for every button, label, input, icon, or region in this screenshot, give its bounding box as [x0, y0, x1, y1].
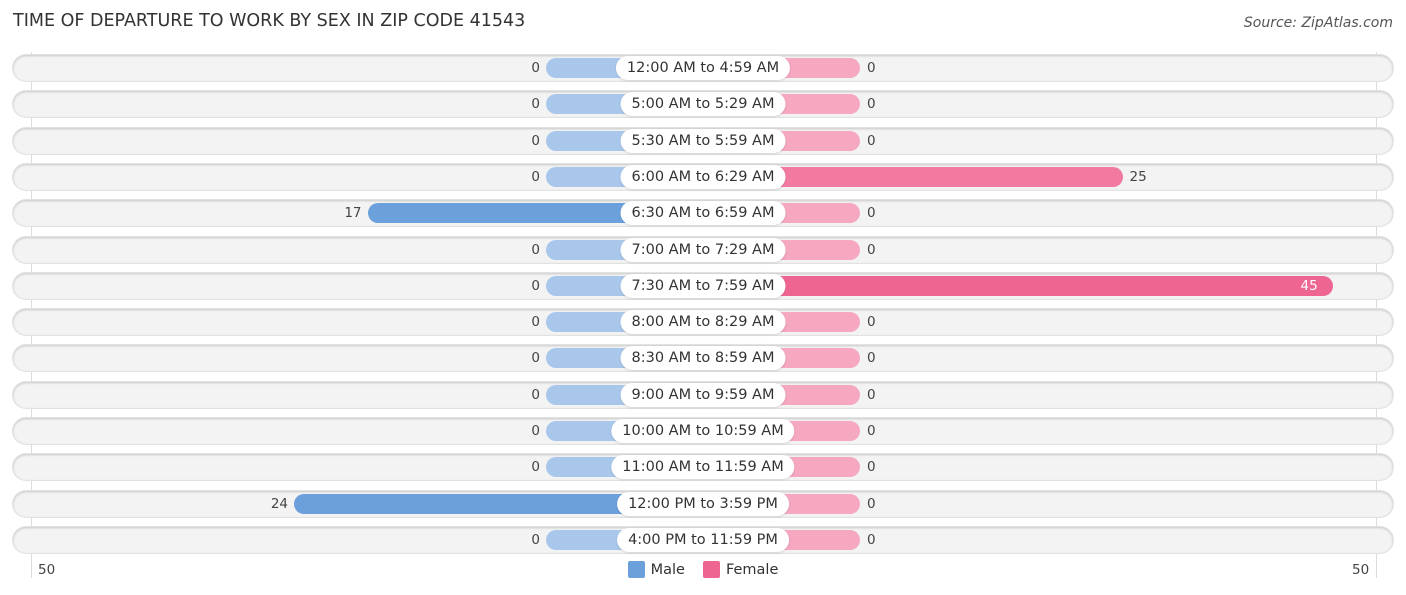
value-label-female: 0 [867, 386, 876, 403]
legend-item-female[interactable]: Female [702, 561, 779, 578]
value-label-male: 0 [531, 241, 540, 258]
legend-label-male: Male [650, 561, 685, 578]
chart-area: 0 0 12:00 AM to 4:59 AM 0 0 5:00 AM to 5:29 A… [0, 0, 1406, 595]
value-label-female: 0 [867, 241, 876, 258]
category-label: 12:00 PM to 3:59 PM [617, 491, 789, 516]
category-label: 11:00 AM to 11:59 AM [611, 455, 795, 480]
legend-label-female: Female [725, 561, 779, 578]
value-label-female: 25 [1129, 168, 1147, 185]
value-label-female: 0 [867, 459, 876, 476]
value-label-male: 0 [531, 314, 540, 331]
legend: Male Female [0, 561, 1406, 578]
value-label-female: 0 [867, 314, 876, 331]
value-label-male: 0 [531, 60, 540, 76]
value-label-male: 0 [531, 350, 540, 367]
value-label-male: 17 [344, 205, 362, 222]
value-label-female: 0 [867, 495, 876, 512]
value-label-male: 0 [531, 168, 540, 185]
category-label: 8:30 AM to 8:59 AM [620, 346, 786, 371]
value-label-female: 0 [867, 205, 876, 222]
value-label-male: 0 [531, 459, 540, 476]
value-label-male: 0 [531, 423, 540, 439]
category-label: 5:00 AM to 5:29 AM [620, 92, 786, 117]
value-label-male: 0 [531, 531, 540, 548]
category-label: 6:00 AM to 6:29 AM [620, 164, 786, 189]
category-label: 6:30 AM to 6:59 AM [620, 201, 786, 226]
category-label: 12:00 AM to 4:59 AM [615, 56, 791, 80]
value-label-female: 45 [1300, 277, 1318, 294]
value-label-male: 0 [531, 96, 540, 113]
value-label-female: 0 [867, 423, 876, 439]
legend-item-male[interactable]: Male [627, 561, 685, 578]
value-label-male: 0 [531, 386, 540, 403]
value-label-male: 0 [531, 277, 540, 294]
category-label: 5:30 AM to 5:59 AM [620, 128, 786, 153]
category-label: 7:00 AM to 7:29 AM [620, 237, 786, 262]
category-label: 7:30 AM to 7:59 AM [620, 273, 786, 298]
value-label-female: 0 [867, 350, 876, 367]
category-label: 8:00 AM to 8:29 AM [620, 310, 786, 335]
value-label-female: 0 [867, 96, 876, 113]
value-label-female: 0 [867, 60, 876, 76]
bar-female[interactable] [703, 275, 1333, 296]
legend-swatch-male [627, 561, 645, 578]
legend-swatch-female [702, 561, 720, 578]
value-label-female: 0 [867, 531, 876, 548]
category-label: 10:00 AM to 10:59 AM [611, 419, 795, 443]
value-label-male: 24 [270, 495, 288, 512]
category-label: 4:00 PM to 11:59 PM [617, 527, 789, 552]
category-label: 9:00 AM to 9:59 AM [620, 382, 786, 407]
value-label-male: 0 [531, 132, 540, 149]
value-label-female: 0 [867, 132, 876, 149]
